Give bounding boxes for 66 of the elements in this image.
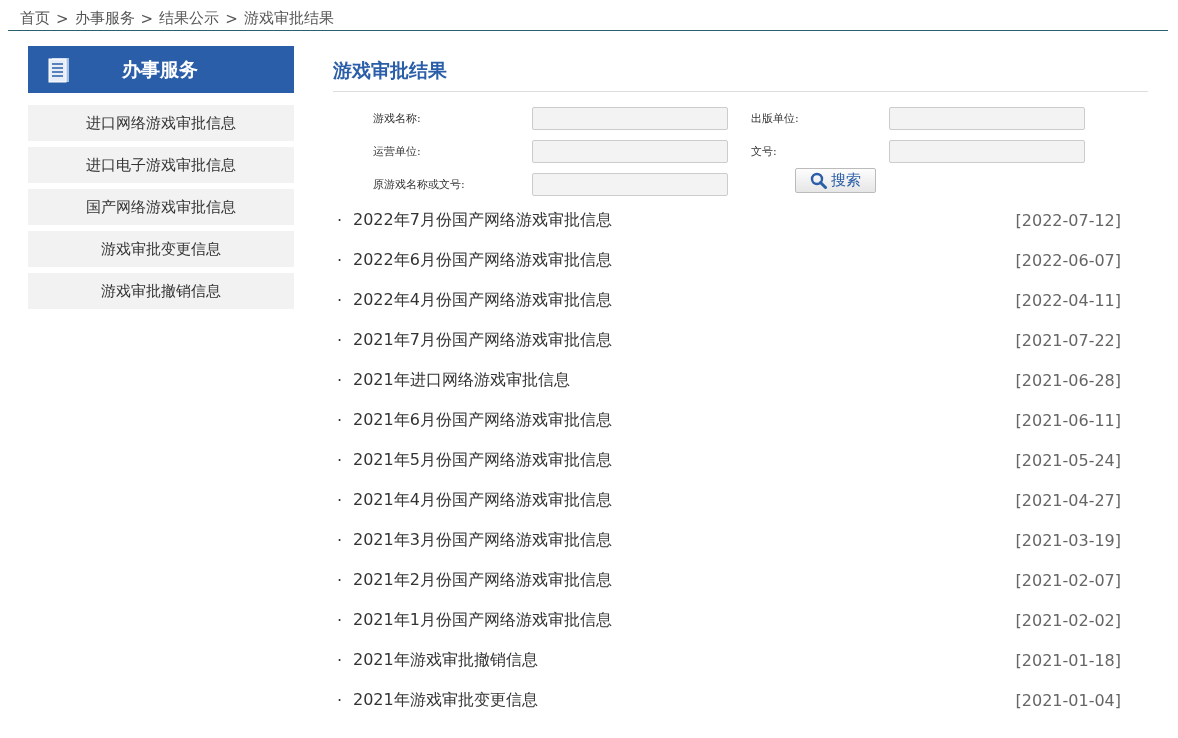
field-label: 运营单位: bbox=[373, 144, 422, 159]
bullet: · bbox=[336, 650, 344, 670]
field-label: 原游戏名称或文号: bbox=[373, 177, 466, 192]
article-link[interactable]: 2021年1月份国产网络游戏审批信息 bbox=[353, 609, 612, 631]
article-link[interactable]: 2021年3月份国产网络游戏审批信息 bbox=[353, 529, 612, 551]
article-date: [2021-01-18] bbox=[1015, 650, 1121, 670]
breadcrumb-link[interactable]: 结果公示 bbox=[159, 9, 220, 28]
article-date: [2021-06-28] bbox=[1015, 370, 1121, 390]
article-date: [2021-01-04] bbox=[1015, 690, 1121, 710]
sidebar-item[interactable]: 国产网络游戏审批信息 bbox=[28, 189, 294, 225]
bullet: · bbox=[336, 250, 344, 270]
bullet: · bbox=[336, 410, 344, 430]
article-date: [2022-06-07] bbox=[1015, 250, 1121, 270]
bullet: · bbox=[336, 690, 344, 710]
bullet: · bbox=[336, 370, 344, 390]
article-link[interactable]: 2021年游戏审批变更信息 bbox=[353, 689, 538, 711]
breadcrumb-link[interactable]: 办事服务 bbox=[74, 9, 135, 28]
article-link[interactable]: 2021年进口网络游戏审批信息 bbox=[353, 369, 570, 391]
article-link[interactable]: 2021年4月份国产网络游戏审批信息 bbox=[353, 489, 612, 511]
search-icon bbox=[810, 172, 827, 189]
document-icon bbox=[48, 56, 70, 83]
page-title: 游戏审批结果 bbox=[333, 58, 1148, 92]
bullet: · bbox=[336, 530, 344, 550]
article-date: [2021-02-02] bbox=[1015, 610, 1121, 630]
article-date: [2021-02-07] bbox=[1015, 570, 1121, 590]
article-date: [2022-07-12] bbox=[1015, 210, 1121, 230]
article-link[interactable]: 2021年6月份国产网络游戏审批信息 bbox=[353, 409, 612, 431]
sidebar-item[interactable]: 游戏审批撤销信息 bbox=[28, 273, 294, 309]
breadcrumb-separator: > bbox=[140, 9, 154, 28]
bullet: · bbox=[336, 450, 344, 470]
article-date: [2021-05-24] bbox=[1015, 450, 1121, 470]
bullet: · bbox=[336, 330, 344, 350]
input-field[interactable] bbox=[532, 140, 728, 163]
article-date: [2021-06-11] bbox=[1015, 410, 1121, 430]
article-link[interactable]: 2022年7月份国产网络游戏审批信息 bbox=[353, 209, 612, 231]
article-date: [2021-03-19] bbox=[1015, 530, 1121, 550]
search-button[interactable]: 搜索 bbox=[795, 168, 876, 193]
field-label: 出版单位: bbox=[751, 111, 800, 126]
input-field[interactable] bbox=[889, 140, 1085, 163]
breadcrumb-separator: > bbox=[56, 9, 69, 28]
bullet: · bbox=[336, 490, 344, 510]
article-date: [2021-04-27] bbox=[1015, 490, 1121, 510]
article-link[interactable]: 2021年游戏审批撤销信息 bbox=[353, 649, 538, 671]
article-link[interactable]: 2021年2月份国产网络游戏审批信息 bbox=[353, 569, 612, 591]
article-link[interactable]: 2022年4月份国产网络游戏审批信息 bbox=[353, 289, 612, 311]
bullet: · bbox=[336, 290, 344, 310]
breadcrumb-link[interactable]: 游戏审批结果 bbox=[243, 9, 334, 28]
input-field[interactable] bbox=[532, 173, 728, 196]
input-field[interactable] bbox=[532, 107, 728, 130]
field-label: 游戏名称: bbox=[373, 111, 422, 126]
sidebar-item[interactable]: 进口电子游戏审批信息 bbox=[28, 147, 294, 183]
breadcrumb-link[interactable]: 首页 bbox=[20, 9, 50, 28]
bullet: · bbox=[336, 210, 344, 230]
input-field[interactable] bbox=[889, 107, 1085, 130]
sidebar-title: 办事服务 bbox=[122, 56, 198, 82]
field-label: 文号: bbox=[751, 144, 778, 159]
sidebar-item[interactable]: 进口网络游戏审批信息 bbox=[28, 105, 294, 141]
bullet: · bbox=[336, 570, 344, 590]
article-link[interactable]: 2021年7月份国产网络游戏审批信息 bbox=[353, 329, 612, 351]
bullet: · bbox=[336, 610, 344, 630]
article-date: [2021-07-22] bbox=[1015, 330, 1121, 350]
breadcrumb-separator: > bbox=[225, 9, 238, 28]
article-date: [2022-04-11] bbox=[1015, 290, 1121, 310]
article-link[interactable]: 2021年5月份国产网络游戏审批信息 bbox=[353, 449, 612, 471]
article-link[interactable]: 2022年6月份国产网络游戏审批信息 bbox=[353, 249, 612, 271]
sidebar-item[interactable]: 游戏审批变更信息 bbox=[28, 231, 294, 267]
